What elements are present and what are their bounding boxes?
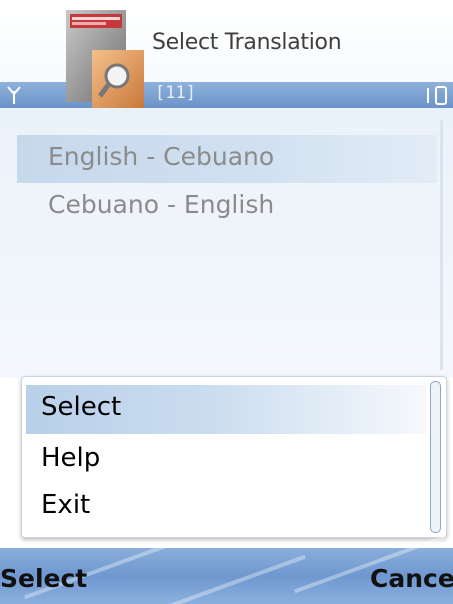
menu-item-help[interactable]: Help [26,436,426,485]
menu-item-exit[interactable]: Exit [26,483,426,532]
menu-item-label: Help [41,443,101,473]
right-softkey-cancel[interactable]: Cancel [370,564,453,593]
page-title: Select Translation [152,30,342,55]
menu-item-select[interactable]: Select [26,385,426,434]
signal-antenna-icon [7,86,21,104]
menu-item-label: Exit [41,490,91,520]
battery-icon [427,86,447,105]
list-scrollbar[interactable] [440,120,443,370]
list-item-label: English - Cebuano [48,142,275,171]
left-softkey-select[interactable]: Select [0,564,87,593]
phone-screen: Select Translation [11] English - Cebuan… [0,0,453,604]
list-item-cebuano-english[interactable]: Cebuano - English [17,183,437,231]
dictionary-app-icon [66,10,144,108]
decorative-stripe [154,554,306,604]
menu-scrollbar[interactable] [430,381,441,533]
list-item-label: Cebuano - English [48,190,275,219]
list-item-english-cebuano[interactable]: English - Cebuano [17,135,437,183]
counter-indicator: [11] [155,83,196,103]
options-menu: Select Help Exit [21,376,447,538]
menu-item-label: Select [41,392,122,422]
